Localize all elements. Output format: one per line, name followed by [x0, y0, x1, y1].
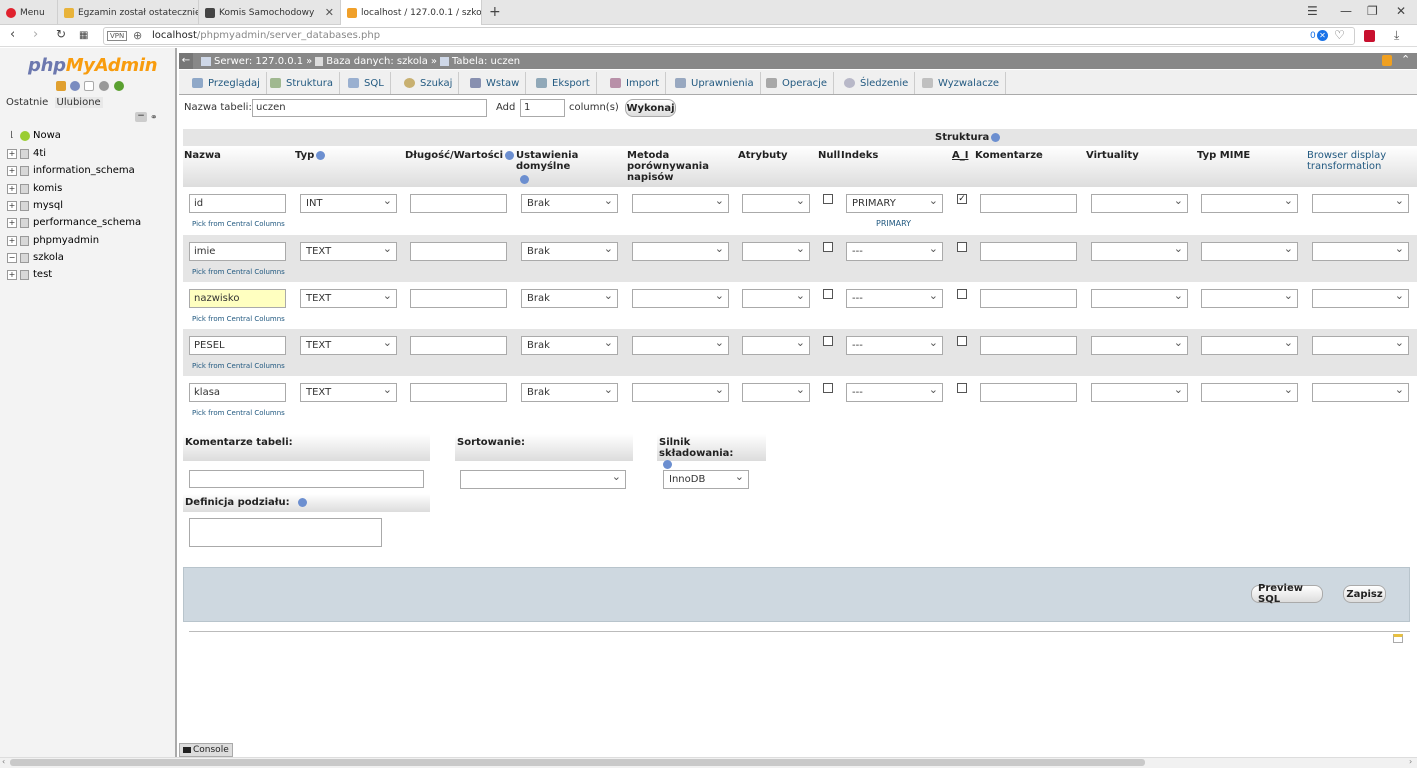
auto-increment-checkbox[interactable]: ✓	[957, 194, 967, 204]
collation-select[interactable]	[632, 194, 729, 213]
attributes-select[interactable]	[742, 336, 810, 355]
column-name-input[interactable]: id	[189, 194, 286, 213]
pick-central-columns-link[interactable]: Pick from Central Columns	[192, 315, 285, 323]
virtuality-select[interactable]	[1091, 383, 1188, 402]
console-icon	[183, 747, 191, 753]
index-note: PRIMARY	[876, 219, 912, 228]
form-footer	[183, 567, 1410, 622]
collapse-panel-icon[interactable]: ←	[179, 53, 193, 69]
auto-increment-checkbox[interactable]	[957, 383, 967, 393]
collation-select[interactable]	[632, 242, 729, 261]
column-name-input[interactable]: nazwisko	[189, 289, 286, 308]
collation-select[interactable]	[460, 470, 626, 489]
comments-input[interactable]	[980, 242, 1077, 261]
preview-sql-button[interactable]: Preview SQL	[1251, 583, 1323, 605]
column-type-select[interactable]: INT	[300, 194, 397, 213]
length-values-input[interactable]	[410, 336, 507, 355]
transformation-select[interactable]	[1312, 194, 1409, 213]
default-select[interactable]: Brak	[521, 242, 618, 261]
pick-central-columns-link[interactable]: Pick from Central Columns	[192, 362, 285, 370]
index-select[interactable]: ---	[846, 336, 943, 355]
column-type-select[interactable]: TEXT	[300, 289, 397, 308]
null-checkbox[interactable]	[823, 336, 833, 346]
attributes-select[interactable]	[742, 242, 810, 261]
column-name-input[interactable]: PESEL	[189, 336, 286, 355]
pick-central-columns-link[interactable]: Pick from Central Columns	[192, 268, 285, 276]
default-select[interactable]: Brak	[521, 336, 618, 355]
transformation-select[interactable]	[1312, 289, 1409, 308]
mime-type-select[interactable]	[1201, 383, 1298, 402]
attributes-select[interactable]	[742, 194, 810, 213]
engine-select[interactable]: InnoDB	[663, 470, 749, 489]
scroll-right-icon[interactable]: ›	[1409, 757, 1412, 766]
partition-header: Definicja podziału:	[183, 494, 430, 512]
column-type-select[interactable]: TEXT	[300, 242, 397, 261]
column-name-input[interactable]: imie	[189, 242, 286, 261]
divider	[189, 631, 1410, 632]
help-icon[interactable]	[663, 459, 672, 469]
table-comments-input[interactable]	[189, 470, 424, 488]
length-values-input[interactable]	[410, 194, 507, 213]
collation-select[interactable]	[632, 289, 729, 308]
auto-increment-checkbox[interactable]	[957, 336, 967, 346]
comments-input[interactable]	[980, 383, 1077, 402]
null-checkbox[interactable]	[823, 383, 833, 393]
default-select[interactable]: Brak	[521, 289, 618, 308]
comments-input[interactable]	[980, 289, 1077, 308]
structure-rows: id Pick from Central Columns INT Brak PRIMAR…	[0, 0, 1417, 430]
collation-select[interactable]	[632, 336, 729, 355]
default-select[interactable]: Brak	[521, 383, 618, 402]
attributes-select[interactable]	[742, 383, 810, 402]
null-checkbox[interactable]	[823, 289, 833, 299]
auto-increment-checkbox[interactable]	[957, 242, 967, 252]
index-select[interactable]: ---	[846, 289, 943, 308]
pick-central-columns-link[interactable]: Pick from Central Columns	[192, 220, 285, 228]
collation-select[interactable]	[632, 383, 729, 402]
transformation-select[interactable]	[1312, 242, 1409, 261]
null-checkbox[interactable]	[823, 242, 833, 252]
mime-type-select[interactable]	[1201, 336, 1298, 355]
help-icon[interactable]	[297, 497, 307, 507]
virtuality-select[interactable]	[1091, 242, 1188, 261]
mime-type-select[interactable]	[1201, 194, 1298, 213]
auto-increment-checkbox[interactable]	[957, 289, 967, 299]
comments-input[interactable]	[980, 194, 1077, 213]
column-type-select[interactable]: TEXT	[300, 383, 397, 402]
partition-textarea[interactable]	[189, 518, 382, 547]
sorting-header: Sortowanie:	[455, 434, 633, 461]
mime-type-select[interactable]	[1201, 242, 1298, 261]
column-type-select[interactable]: TEXT	[300, 336, 397, 355]
scrollbar-thumb[interactable]	[10, 759, 1145, 766]
virtuality-select[interactable]	[1091, 289, 1188, 308]
virtuality-select[interactable]	[1091, 336, 1188, 355]
mime-type-select[interactable]	[1201, 289, 1298, 308]
column-name-input[interactable]: klasa	[189, 383, 286, 402]
engine-header: Silnik składowania:	[657, 434, 766, 469]
attributes-select[interactable]	[742, 289, 810, 308]
notepad-icon[interactable]	[1393, 634, 1403, 643]
pick-central-columns-link[interactable]: Pick from Central Columns	[192, 409, 285, 417]
length-values-input[interactable]	[410, 383, 507, 402]
index-select[interactable]: ---	[846, 242, 943, 261]
console-toggle[interactable]: Console	[179, 743, 233, 757]
null-checkbox[interactable]	[823, 194, 833, 204]
index-select[interactable]: PRIMARY	[846, 194, 943, 213]
comments-input[interactable]	[980, 336, 1077, 355]
transformation-select[interactable]	[1312, 336, 1409, 355]
table-comments-header: Komentarze tabeli:	[183, 434, 430, 461]
length-values-input[interactable]	[410, 289, 507, 308]
scroll-left-icon[interactable]: ‹	[2, 757, 5, 766]
transformation-select[interactable]	[1312, 383, 1409, 402]
save-button[interactable]: Zapisz	[1343, 585, 1386, 603]
default-select[interactable]: Brak	[521, 194, 618, 213]
index-select[interactable]: ---	[846, 383, 943, 402]
length-values-input[interactable]	[410, 242, 507, 261]
virtuality-select[interactable]	[1091, 194, 1188, 213]
